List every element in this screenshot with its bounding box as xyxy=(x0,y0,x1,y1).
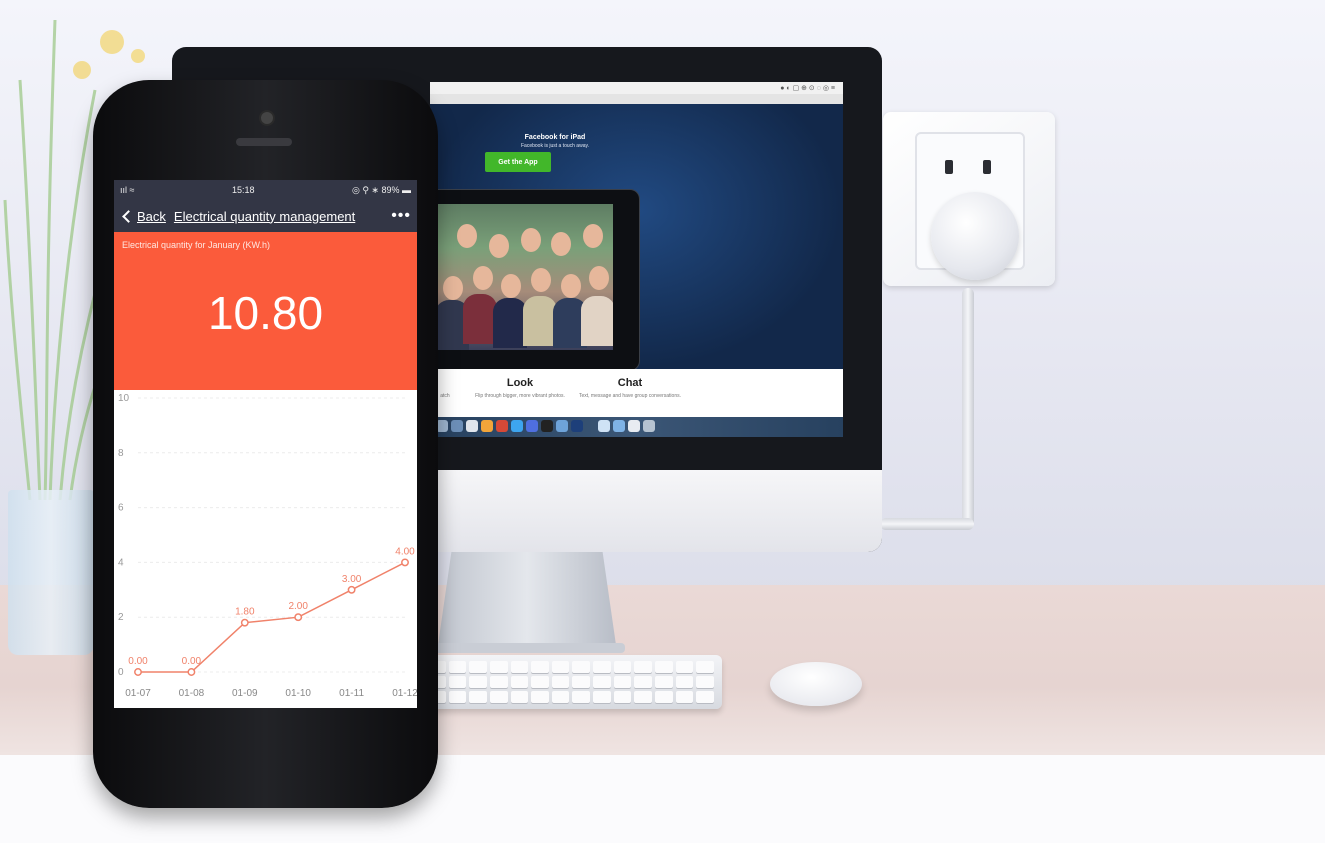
get-the-app-button[interactable]: Get the App xyxy=(485,152,551,172)
dock-app-icon[interactable] xyxy=(613,420,625,432)
feature-subtitle: Flip through bigger, more vibrant photos… xyxy=(475,393,565,399)
monitor-screen: ● ◐ ▢ ⊕ ⊙ ◌ ◎ ≡ Facebook for iPad Facebo… xyxy=(430,82,843,437)
front-camera xyxy=(259,110,275,126)
usage-summary-label: Electrical quantity for January (KW.h) xyxy=(122,240,271,250)
data-label: 2.00 xyxy=(288,601,308,612)
plug-cable-horizontal xyxy=(880,518,974,530)
dock-app-icon[interactable] xyxy=(451,420,463,432)
ipad-mockup xyxy=(430,189,640,371)
data-label: 4.00 xyxy=(395,546,415,557)
fb-ipad-hero: Facebook for iPad Facebook is just a tou… xyxy=(430,104,843,371)
smart-plug xyxy=(931,192,1019,280)
y-tick-label: 6 xyxy=(118,503,124,514)
data-label: 1.80 xyxy=(235,607,255,618)
data-point xyxy=(347,585,356,594)
wall-socket xyxy=(883,112,1055,286)
dock-app-icon[interactable] xyxy=(511,420,523,432)
y-tick-label: 0 xyxy=(118,667,124,678)
battery-icon: ◎ ⚲ ∗ 89% ▬ xyxy=(351,184,411,195)
fb-banner-title: Facebook for iPad xyxy=(524,134,586,141)
phone-screen: ııl ≈ 15:18 ◎ ⚲ ∗ 89% ▬ Back Electrical … xyxy=(114,180,417,708)
signal-icon: ııl ≈ xyxy=(120,185,135,195)
status-time: 15:18 xyxy=(231,185,255,195)
dock-app-icon[interactable] xyxy=(481,420,493,432)
dock-app-icon[interactable] xyxy=(628,420,640,432)
usage-summary-card: Electrical quantity for January (KW.h) 1… xyxy=(114,232,417,390)
data-point xyxy=(401,558,409,567)
feature-title: Look xyxy=(506,377,534,389)
usage-summary-value: 10.80 xyxy=(207,287,324,339)
browser-toolbar xyxy=(430,94,843,104)
fb-features: atch Look Flip through bigger, more vibr… xyxy=(430,369,843,417)
plug-cable xyxy=(962,288,974,528)
y-tick-label: 2 xyxy=(118,612,124,623)
y-tick-label: 8 xyxy=(118,448,124,459)
back-label: Back xyxy=(137,208,166,224)
x-tick-label: 01-08 xyxy=(179,688,205,699)
dock-app-icon[interactable] xyxy=(526,420,538,432)
feature-subtitle: Text, message and have group conversatio… xyxy=(578,393,681,399)
x-tick-label: 01-10 xyxy=(285,688,311,699)
x-tick-label: 01-07 xyxy=(125,688,151,699)
x-tick-label: 01-12 xyxy=(392,688,417,699)
group-selfie-photo xyxy=(435,204,613,350)
mouse xyxy=(770,662,862,706)
dock-app-icon[interactable] xyxy=(556,420,568,432)
mac-menubar: ● ◐ ▢ ⊕ ⊙ ◌ ◎ ≡ xyxy=(430,82,843,94)
feature-title: Chat xyxy=(617,377,643,389)
x-tick-label: 01-09 xyxy=(232,688,258,699)
mac-dock xyxy=(430,417,843,437)
dock-app-icon[interactable] xyxy=(541,420,553,432)
dock-app-icon[interactable] xyxy=(466,420,478,432)
product-scene: ● ◐ ▢ ⊕ ⊙ ◌ ◎ ≡ Facebook for iPad Facebo… xyxy=(0,0,1325,843)
back-button[interactable]: Back xyxy=(120,209,166,224)
more-options-button[interactable]: ••• xyxy=(391,207,411,225)
data-point xyxy=(134,668,142,676)
data-point xyxy=(240,618,249,627)
earpiece-speaker xyxy=(236,138,292,146)
data-point xyxy=(187,668,196,676)
plant-pot xyxy=(8,490,94,655)
dock-app-icon[interactable] xyxy=(598,420,610,432)
y-tick-label: 4 xyxy=(118,557,124,568)
menubar-icons: ● ◐ ▢ ⊕ ⊙ ◌ ◎ ≡ xyxy=(780,85,835,92)
dock-app-icon[interactable] xyxy=(643,420,655,432)
x-tick-label: 01-11 xyxy=(339,688,364,699)
data-label: 0.00 xyxy=(128,656,148,667)
data-label: 0.00 xyxy=(182,656,202,667)
socket-slot-right xyxy=(983,160,991,174)
page-title: Electrical quantity management xyxy=(173,208,356,224)
app-nav-bar: Back Electrical quantity management ••• xyxy=(114,200,417,232)
y-tick-label: 10 xyxy=(118,393,130,404)
usage-line-chart: 0 2 4 6 8 10 01-07 01-08 01-09 01-10 01-11 01-12 0.0… xyxy=(118,393,417,699)
data-point xyxy=(294,613,303,622)
socket-slot-left xyxy=(945,160,953,174)
dock-app-icon[interactable] xyxy=(496,420,508,432)
keyboard xyxy=(420,655,722,709)
status-bar: ııl ≈ 15:18 ◎ ⚲ ∗ 89% ▬ xyxy=(114,180,417,200)
monitor-stand xyxy=(437,552,617,652)
data-label: 3.00 xyxy=(342,574,362,585)
monitor-stand-base xyxy=(430,643,625,653)
fb-banner-subtitle: Facebook is just a touch away. xyxy=(521,143,589,149)
chevron-left-icon xyxy=(122,209,135,223)
dock-app-icon[interactable] xyxy=(571,420,583,432)
